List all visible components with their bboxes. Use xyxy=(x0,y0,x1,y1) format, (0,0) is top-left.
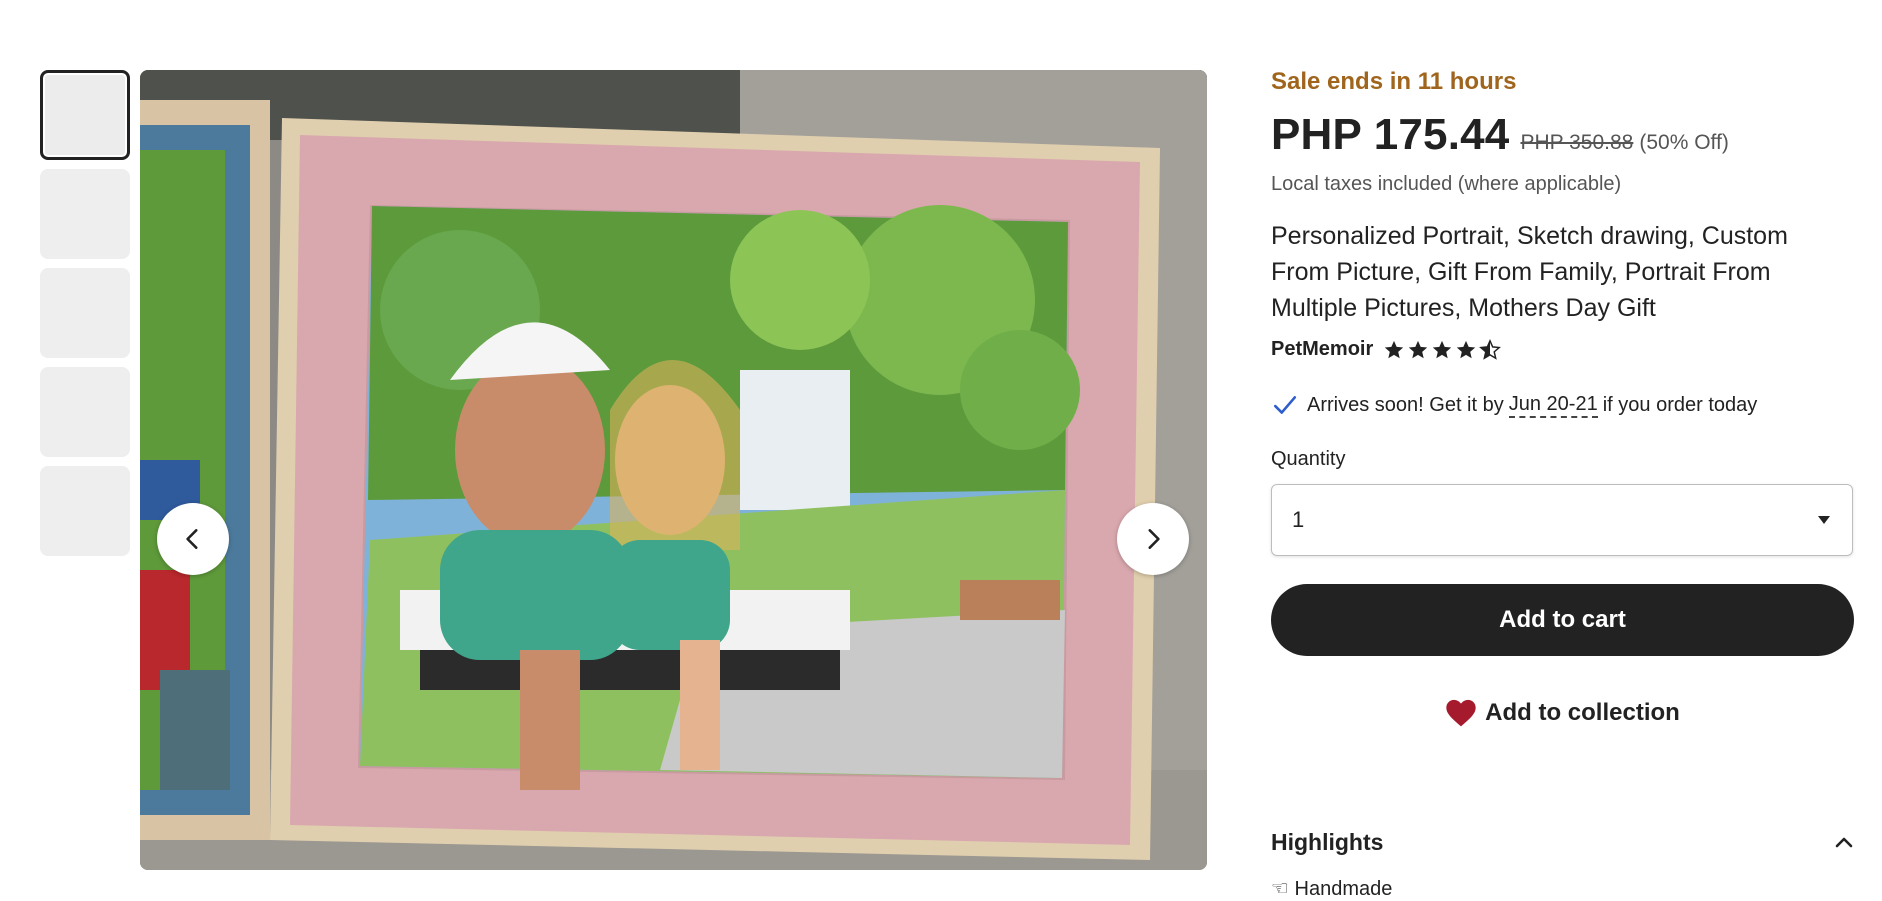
half-star-icon xyxy=(1479,338,1502,360)
arrival-prefix: Arrives soon! Get it by xyxy=(1307,393,1504,416)
thumbnail-3[interactable] xyxy=(40,268,130,358)
main-product-image[interactable] xyxy=(140,70,1207,870)
add-to-collection-label: Add to collection xyxy=(1485,699,1680,726)
thumbnail-1[interactable] xyxy=(40,70,130,160)
previous-image-button[interactable] xyxy=(157,503,229,575)
quantity-label: Quantity xyxy=(1271,448,1346,470)
heart-icon xyxy=(1446,699,1476,727)
quantity-value: 1 xyxy=(1292,507,1305,532)
highlights-toggle[interactable]: Highlights xyxy=(1271,822,1854,862)
thumbnail-4[interactable] xyxy=(40,367,130,457)
star-icon xyxy=(1457,340,1476,358)
highlight-item-label: Handmade xyxy=(1294,878,1393,900)
rating-stars xyxy=(1383,338,1502,361)
chevron-up-icon xyxy=(1835,837,1853,848)
current-price: PHP 175.44 xyxy=(1271,110,1510,159)
original-price: PHP 350.88 xyxy=(1520,131,1634,154)
star-icon xyxy=(1385,340,1404,358)
checkmark-icon xyxy=(1273,396,1297,414)
star-icon xyxy=(1409,340,1428,358)
highlights-heading: Highlights xyxy=(1271,828,1384,855)
shop-row: PetMemoir xyxy=(1271,338,1502,361)
add-to-cart-button[interactable]: Add to cart xyxy=(1271,584,1854,656)
chevron-right-icon xyxy=(1148,529,1160,549)
add-to-collection-button[interactable]: Add to collection xyxy=(1271,690,1854,736)
sale-countdown: Sale ends in 11 hours xyxy=(1271,68,1517,95)
arrival-date[interactable]: Jun 20-21 xyxy=(1508,393,1598,418)
price-row: PHP 175.44 PHP 350.88 (50% Off) xyxy=(1271,110,1729,160)
discount-label: (50% Off) xyxy=(1639,131,1729,154)
product-title: Personalized Portrait, Sketch drawing, C… xyxy=(1271,222,1788,322)
quantity-select[interactable]: 1 xyxy=(1271,484,1853,556)
shop-name-link[interactable]: PetMemoir xyxy=(1271,338,1373,361)
thumbnail-2[interactable] xyxy=(40,169,130,259)
thumbnail-strip xyxy=(40,70,132,565)
thumbnail-5[interactable] xyxy=(40,466,130,556)
portrait-photo xyxy=(140,70,1207,870)
chevron-left-icon xyxy=(186,529,198,549)
star-icon xyxy=(1433,340,1452,358)
hand-icon: ☜ xyxy=(1271,878,1295,900)
taxes-note: Local taxes included (where applicable) xyxy=(1271,173,1622,195)
next-image-button[interactable] xyxy=(1117,503,1189,575)
highlight-item-peek: ☜ Handmade xyxy=(1271,876,1392,901)
arrival-estimate: Arrives soon! Get it by Jun 20-21 if you… xyxy=(1271,392,1757,418)
arrival-suffix: if you order today xyxy=(1602,393,1758,416)
caret-down-icon xyxy=(1818,516,1830,524)
